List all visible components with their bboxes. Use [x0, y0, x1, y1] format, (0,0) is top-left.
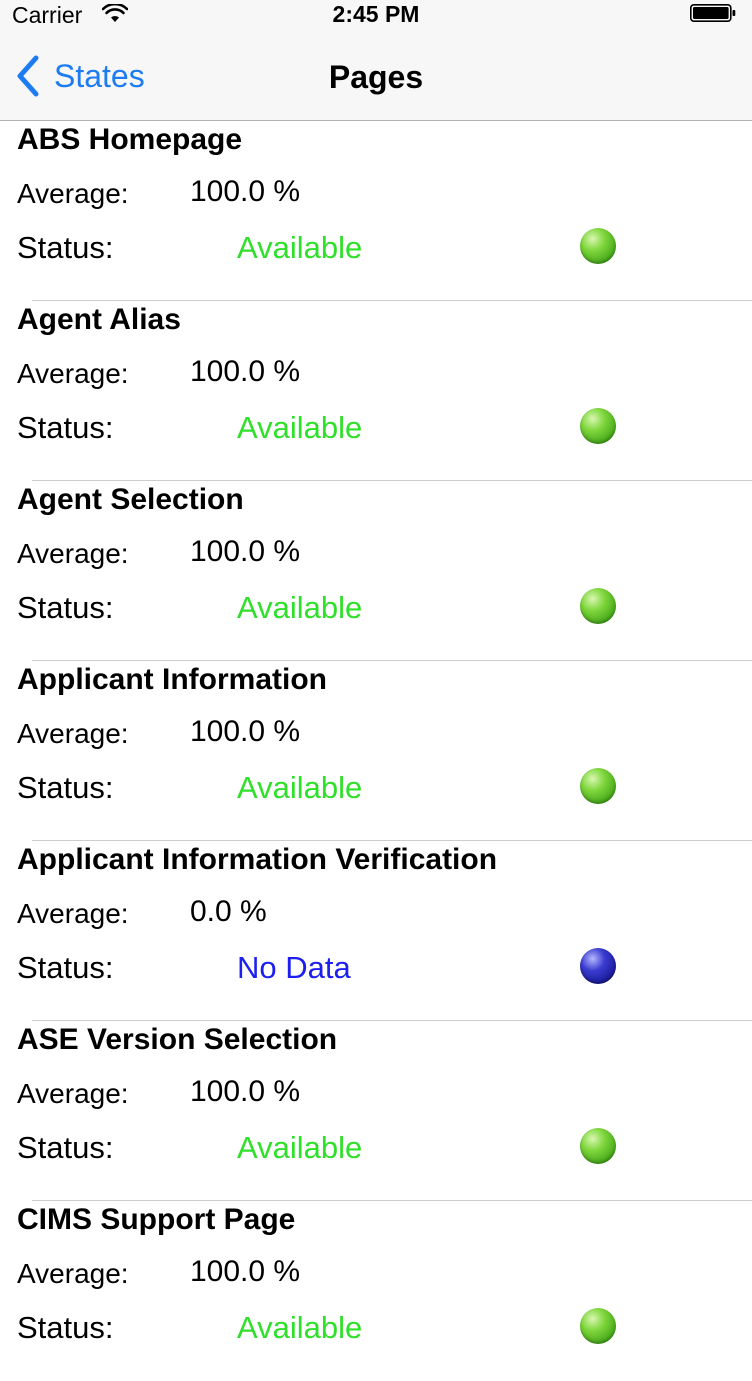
status-label: Status:	[17, 1310, 114, 1345]
status-value: Available	[237, 770, 363, 805]
average-label: Average:	[17, 718, 129, 749]
status-indicator-icon	[580, 588, 616, 624]
average-label: Average:	[17, 358, 129, 389]
page-name: Applicant Information	[17, 663, 327, 696]
average-value: 100.0 %	[190, 715, 301, 748]
status-value: Available	[237, 410, 363, 445]
pages-list: ABS Homepage Average: 100.0 % Status: Av…	[0, 121, 752, 1381]
status-label: Status:	[17, 230, 114, 265]
status-label: Status:	[17, 410, 114, 445]
navigation-bar: States Pages	[0, 28, 752, 121]
average-value: 100.0 %	[190, 175, 301, 208]
average-value: 0.0 %	[190, 895, 267, 928]
status-value: Available	[237, 1130, 363, 1165]
status-indicator-icon	[580, 408, 616, 444]
page-name: Agent Alias	[17, 303, 181, 336]
status-bar: Carrier 2:45 PM	[0, 0, 752, 28]
status-indicator-icon	[580, 948, 616, 984]
status-value: Available	[237, 230, 363, 265]
average-value: 100.0 %	[190, 1075, 301, 1108]
page-name: Applicant Information Verification	[17, 843, 498, 876]
status-value: Available	[237, 590, 363, 625]
list-item[interactable]: Agent Alias Average: 100.0 % Status: Ava…	[0, 301, 752, 481]
average-value: 100.0 %	[190, 1255, 301, 1288]
clock-time: 2:45 PM	[332, 1, 420, 27]
average-value: 100.0 %	[190, 355, 301, 388]
page-name: ASE Version Selection	[17, 1023, 338, 1056]
status-label: Status:	[17, 1130, 114, 1165]
average-label: Average:	[17, 1258, 129, 1289]
list-item[interactable]: Agent Selection Average: 100.0 % Status:…	[0, 481, 752, 661]
list-item[interactable]: ABS Homepage Average: 100.0 % Status: Av…	[0, 121, 752, 301]
page-name: CIMS Support Page	[17, 1203, 296, 1236]
list-item[interactable]: CIMS Support Page Average: 100.0 % Statu…	[0, 1201, 752, 1381]
list-item[interactable]: Applicant Information Average: 100.0 % S…	[0, 661, 752, 841]
status-indicator-icon	[580, 1128, 616, 1164]
battery-icon	[690, 4, 736, 22]
list-item[interactable]: Applicant Information Verification Avera…	[0, 841, 752, 1021]
average-label: Average:	[17, 538, 129, 569]
average-label: Average:	[17, 1078, 129, 1109]
list-item[interactable]: ASE Version Selection Average: 100.0 % S…	[0, 1021, 752, 1201]
average-value: 100.0 %	[190, 535, 301, 568]
scroll-indicator[interactable]	[746, 124, 749, 1324]
page-name: ABS Homepage	[17, 123, 243, 156]
status-indicator-icon	[580, 768, 616, 804]
status-value: Available	[237, 1310, 363, 1345]
status-indicator-icon	[580, 228, 616, 264]
status-indicator-icon	[580, 1308, 616, 1344]
status-label: Status:	[17, 590, 114, 625]
status-value: No Data	[237, 950, 351, 985]
page-name: Agent Selection	[17, 483, 244, 516]
average-label: Average:	[17, 178, 129, 209]
status-label: Status:	[17, 770, 114, 805]
page-title: Pages	[328, 59, 424, 95]
average-label: Average:	[17, 898, 129, 929]
status-label: Status:	[17, 950, 114, 985]
